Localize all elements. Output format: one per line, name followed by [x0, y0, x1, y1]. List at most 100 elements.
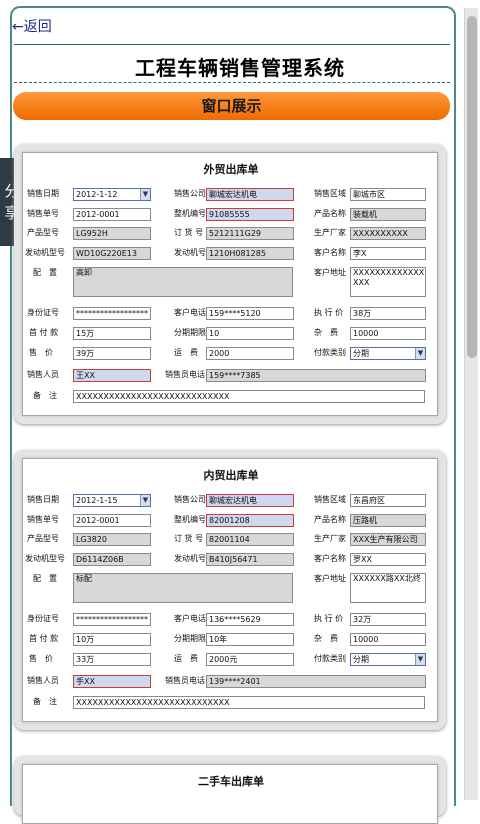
price-label: 售 价 [29, 654, 53, 663]
remark-label: 备 注 [33, 697, 57, 706]
customer-phone-field[interactable]: 159****5120 [206, 307, 294, 320]
customer-name-field[interactable]: 李X [350, 247, 426, 260]
pay-type-field[interactable]: 分期 ▼ [350, 347, 426, 360]
down-payment-field[interactable]: 15万 [73, 327, 151, 340]
seller-label: 销售人员 [27, 676, 59, 685]
order-no-field[interactable]: 5212111G29 [206, 227, 294, 240]
seller-label: 销售人员 [27, 370, 59, 379]
down-payment-value: 10万 [76, 635, 95, 644]
chevron-down-icon[interactable]: ▼ [415, 348, 425, 359]
chevron-down-icon[interactable]: ▼ [140, 189, 150, 200]
product-name-field[interactable]: 压路机 [350, 514, 426, 527]
freight-field[interactable]: 2000元 [206, 653, 294, 666]
down-payment-field[interactable]: 10万 [73, 633, 151, 646]
customer-name-field[interactable]: 罗XX [350, 553, 426, 566]
order-no-value: 82001104 [209, 535, 250, 544]
installments-field[interactable]: 10 [206, 327, 294, 340]
sale-date-field[interactable]: 2012-1-12 ▼ [73, 188, 151, 201]
customer-phone-field[interactable]: 136****5629 [206, 613, 294, 626]
sale-no-field[interactable]: 2012-0001 [73, 514, 151, 527]
sale-company-label: 销售公司 [174, 495, 206, 504]
sale-region-label: 销售区域 [314, 495, 346, 504]
installments-label: 分期期限 [174, 328, 206, 337]
pay-type-label: 付款类别 [314, 348, 346, 357]
chevron-down-icon[interactable]: ▼ [140, 495, 150, 506]
sale-region-field[interactable]: 聊城市区 [350, 188, 426, 201]
config-value: 标配 [76, 574, 92, 583]
vehicle-no-field[interactable]: 91085555 [206, 208, 294, 221]
seller-phone-field[interactable]: 159****7385 [206, 369, 426, 382]
installments-value: 10 [209, 329, 220, 338]
chevron-down-icon[interactable]: ▼ [415, 654, 425, 665]
engine-model-label: 发动机型号 [25, 248, 65, 257]
engine-model-field[interactable]: D6114Z06B [73, 553, 151, 566]
remark-field[interactable]: XXXXXXXXXXXXXXXXXXXXXXXXXXXX [73, 696, 425, 709]
installments-field[interactable]: 10年 [206, 633, 294, 646]
seller-field[interactable]: 王XX [73, 369, 151, 382]
pay-type-value: 分期 [353, 349, 369, 358]
sale-company-field[interactable]: 聊城宏达机电 [206, 494, 294, 507]
exec-price-label: 执 行 价 [314, 308, 344, 317]
freight-value: 2000元 [209, 655, 238, 664]
customer-addr-field[interactable]: XXXXXX路XX北终 [350, 573, 426, 603]
sale-date-label: 销售日期 [27, 189, 59, 198]
freight-field[interactable]: 2000 [206, 347, 294, 360]
id-no-field[interactable]: ****************** [73, 307, 151, 320]
sale-company-field[interactable]: 聊城宏达机电 [206, 188, 294, 201]
price-label: 售 价 [29, 348, 53, 357]
sale-company-value: 聊城宏达机电 [209, 190, 257, 199]
divider [14, 44, 450, 45]
installments-label: 分期期限 [174, 634, 206, 643]
engine-model-field[interactable]: WD10G220E13 [73, 247, 151, 260]
exec-price-value: 32万 [353, 615, 372, 624]
form-title: 外贸出库单 [203, 163, 259, 176]
scrollbar[interactable] [464, 8, 478, 800]
product-name-field[interactable]: 装载机 [350, 208, 426, 221]
engine-no-label: 发动机号 [174, 554, 206, 563]
pay-type-value: 分期 [353, 655, 369, 664]
freight-value: 2000 [209, 349, 230, 358]
price-field[interactable]: 33万 [73, 653, 151, 666]
sale-date-value: 2012-1-15 [76, 496, 118, 505]
customer-phone-label: 客户电话 [174, 308, 206, 317]
remark-value: XXXXXXXXXXXXXXXXXXXXXXXXXXXX [76, 698, 230, 707]
manufacturer-label: 生产厂家 [314, 228, 346, 237]
id-no-label: 身份证号 [27, 614, 59, 623]
remark-field[interactable]: XXXXXXXXXXXXXXXXXXXXXXXXXXXX [73, 390, 425, 403]
sale-date-label: 销售日期 [27, 495, 59, 504]
engine-no-field[interactable]: B410J56471 [206, 553, 294, 566]
engine-no-value: B410J56471 [209, 555, 258, 564]
id-no-field[interactable]: ****************** [73, 613, 151, 626]
seller-field[interactable]: 手XX [73, 675, 151, 688]
product-model-field[interactable]: LG952H [73, 227, 151, 240]
seller-phone-field[interactable]: 139****2401 [206, 675, 426, 688]
back-link[interactable]: ←返回 [12, 16, 52, 36]
sale-region-field[interactable]: 东昌府区 [350, 494, 426, 507]
product-model-field[interactable]: LG3820 [73, 533, 151, 546]
misc-fee-value: 10000 [353, 329, 379, 338]
sale-date-field[interactable]: 2012-1-15 ▼ [73, 494, 151, 507]
pay-type-field[interactable]: 分期 ▼ [350, 653, 426, 666]
manufacturer-field[interactable]: XXXXXXXXXX [350, 227, 426, 240]
misc-fee-field[interactable]: 10000 [350, 633, 426, 646]
sale-date-value: 2012-1-12 [76, 190, 118, 199]
sale-no-field[interactable]: 2012-0001 [73, 208, 151, 221]
window-display-banner[interactable]: 窗口展示 [13, 92, 450, 120]
price-field[interactable]: 39万 [73, 347, 151, 360]
manufacturer-field[interactable]: XXX生产有限公司 [350, 533, 426, 546]
order-no-field[interactable]: 82001104 [206, 533, 294, 546]
product-name-value: 压路机 [353, 516, 377, 525]
config-field[interactable]: 标配 [73, 573, 293, 603]
customer-addr-field[interactable]: XXXXXXXXXXXXXXXX [350, 267, 426, 297]
exec-price-field[interactable]: 32万 [350, 613, 426, 626]
down-payment-label: 首 付 款 [29, 328, 59, 337]
scrollbar-thumb[interactable] [467, 16, 477, 358]
misc-fee-field[interactable]: 10000 [350, 327, 426, 340]
exec-price-field[interactable]: 38万 [350, 307, 426, 320]
config-field[interactable]: 高卸 [73, 267, 293, 297]
sale-region-label: 销售区域 [314, 189, 346, 198]
engine-no-field[interactable]: 1210H081285 [206, 247, 294, 260]
customer-addr-label: 客户地址 [314, 268, 346, 277]
vehicle-no-field[interactable]: 82001208 [206, 514, 294, 527]
manufacturer-label: 生产厂家 [314, 534, 346, 543]
